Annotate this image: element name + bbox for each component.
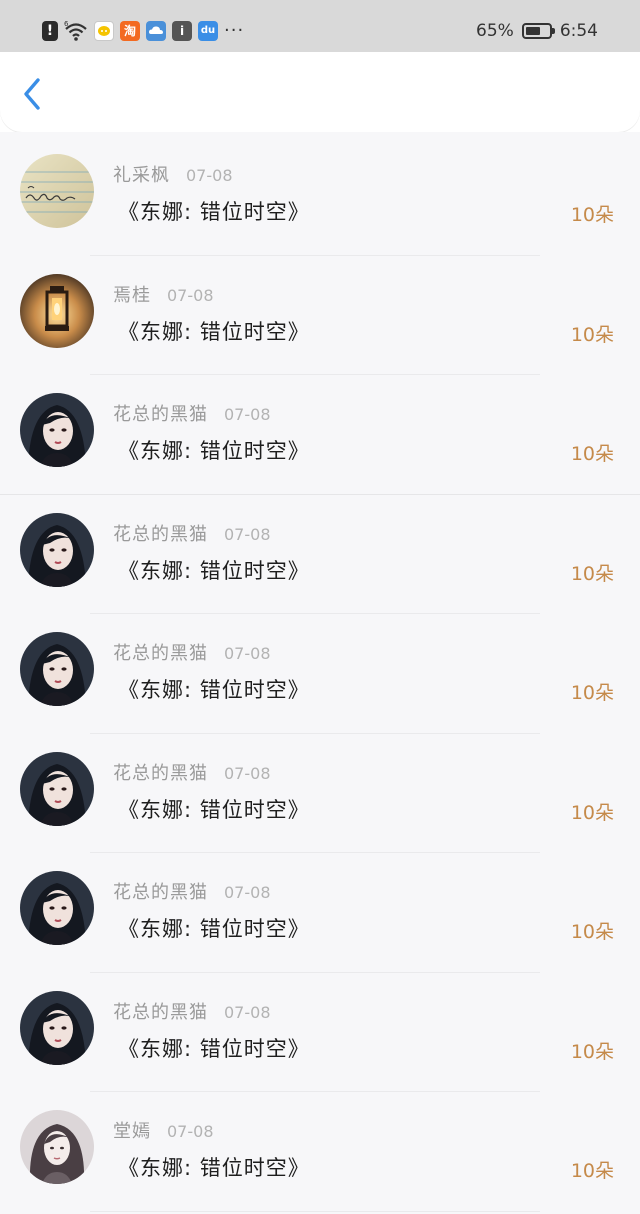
gift-count: 10朵 xyxy=(570,1160,614,1182)
book-title[interactable]: 《东娜: 错位时空》 xyxy=(118,196,310,226)
book-title[interactable]: 《东娜: 错位时空》 xyxy=(118,316,310,346)
item-date: 07-08 xyxy=(186,166,233,185)
list-item-9[interactable]: 堂嫣 07-08 《东娜: 错位时空》 10朵 xyxy=(0,1092,640,1212)
lantern-avatar xyxy=(20,273,94,348)
list-item-8[interactable]: 花总的黑猫 07-08 《东娜: 错位时空》 10朵 xyxy=(0,973,640,1093)
gift-count: 10朵 xyxy=(570,562,614,585)
item-date: 07-08 xyxy=(224,1002,271,1022)
dark-hair-girl-avatar xyxy=(20,990,94,1065)
book-title[interactable]: 《东娜: 错位时空》 xyxy=(118,913,310,943)
name-line: 花总的黑猫 07-08 xyxy=(113,998,271,1024)
avatar[interactable] xyxy=(20,990,94,1065)
list-item-4[interactable]: 花总的黑猫 07-08 《东娜: 错位时空》 10朵 xyxy=(0,495,640,615)
user-name[interactable]: 堂嫣 xyxy=(113,1117,151,1143)
item-date: 07-08 xyxy=(224,883,271,902)
du-app-icon: du xyxy=(198,21,218,41)
battery-percent: 65% xyxy=(476,21,514,41)
user-name[interactable]: 花总的黑猫 xyxy=(113,400,208,426)
status-bar-notifications: ! 6 淘 i du ··· xyxy=(42,18,244,44)
alert-icon: ! xyxy=(42,21,58,41)
dark-hair-girl-avatar xyxy=(20,871,94,945)
book-title[interactable]: 《东娜: 错位时空》 xyxy=(118,674,310,704)
gift-count: 10朵 xyxy=(570,323,614,346)
user-name[interactable]: 花总的黑猫 xyxy=(113,998,208,1024)
user-name[interactable]: 焉桂 xyxy=(113,281,151,307)
book-title[interactable]: 《东娜: 错位时空》 xyxy=(118,555,310,585)
name-line: 堂嫣 07-08 xyxy=(113,1117,214,1143)
list-item-5[interactable]: 花总的黑猫 07-08 《东娜: 错位时空》 10朵 xyxy=(0,614,640,734)
item-date: 07-08 xyxy=(167,285,214,305)
user-name[interactable]: 花总的黑猫 xyxy=(113,520,208,546)
gift-count: 10朵 xyxy=(570,682,614,704)
taobao-app-icon: 淘 xyxy=(120,21,140,41)
book-title[interactable]: 《东娜: 错位时空》 xyxy=(118,1033,310,1063)
item-date: 07-08 xyxy=(224,405,271,424)
book-title[interactable]: 《东娜: 错位时空》 xyxy=(118,794,310,824)
avatar[interactable] xyxy=(20,273,94,348)
avatar[interactable] xyxy=(20,1110,94,1184)
avatar[interactable] xyxy=(20,512,94,587)
avatar[interactable] xyxy=(20,154,94,228)
status-bar: ! 6 淘 i du ··· 65% 6:54 xyxy=(0,0,640,52)
name-line: 花总的黑猫 07-08 xyxy=(113,639,271,665)
avatar[interactable] xyxy=(20,393,94,467)
status-bar-system: 65% 6:54 xyxy=(476,19,598,43)
svg-text:6: 6 xyxy=(64,20,69,28)
gift-count: 10朵 xyxy=(570,443,614,465)
gift-count: 10朵 xyxy=(570,921,614,943)
back-button[interactable] xyxy=(18,76,50,112)
book-title[interactable]: 《东娜: 错位时空》 xyxy=(118,1152,310,1182)
handwritten-note-avatar xyxy=(20,154,94,228)
item-date: 07-08 xyxy=(224,763,271,783)
dark-hair-girl-avatar xyxy=(20,393,94,467)
user-name[interactable]: 花总的黑猫 xyxy=(113,639,208,665)
item-date: 07-08 xyxy=(167,1122,214,1141)
clock: 6:54 xyxy=(559,21,598,41)
dark-hair-girl-avatar xyxy=(20,632,94,706)
name-line: 礼采枫 07-08 xyxy=(113,161,233,187)
info-app-icon: i xyxy=(172,21,192,41)
chat-app-icon xyxy=(94,21,114,41)
book-title[interactable]: 《东娜: 错位时空》 xyxy=(118,435,310,465)
wifi-icon: 6 xyxy=(64,20,87,41)
battery-level-fill xyxy=(525,27,541,35)
name-line: 花总的黑猫 07-08 xyxy=(113,400,271,426)
dark-hair-girl-avatar xyxy=(20,751,94,826)
gift-count: 10朵 xyxy=(570,204,614,226)
more-notifications-icon: ··· xyxy=(224,20,245,41)
list-item-6[interactable]: 花总的黑猫 07-08 《东娜: 错位时空》 10朵 xyxy=(0,734,640,854)
chevron-left-icon xyxy=(24,78,40,110)
list-item-7[interactable]: 花总的黑猫 07-08 《东娜: 错位时空》 10朵 xyxy=(0,853,640,973)
cloud-app-icon xyxy=(146,21,166,41)
name-line: 花总的黑猫 07-08 xyxy=(113,759,271,785)
user-name[interactable]: 花总的黑猫 xyxy=(113,878,208,904)
item-date: 07-08 xyxy=(224,644,271,663)
screen: ! 6 淘 i du ··· 65% 6:54 礼采枫 07-08 《东娜: 错… xyxy=(0,0,640,1214)
gift-list: 礼采枫 07-08 《东娜: 错位时空》 10朵 焉桂 07-08 《东娜: 错… xyxy=(0,136,640,1212)
dark-hair-girl-avatar xyxy=(20,512,94,587)
gift-count: 10朵 xyxy=(570,801,614,824)
gift-count: 10朵 xyxy=(570,1040,614,1063)
battery-icon xyxy=(521,23,555,39)
list-item-1[interactable]: 礼采枫 07-08 《东娜: 错位时空》 10朵 xyxy=(0,136,640,256)
name-line: 花总的黑猫 07-08 xyxy=(113,878,271,904)
avatar[interactable] xyxy=(20,751,94,826)
name-line: 花总的黑猫 07-08 xyxy=(113,520,271,546)
nav-bar xyxy=(0,52,640,132)
list-item-3[interactable]: 花总的黑猫 07-08 《东娜: 错位时空》 10朵 xyxy=(0,375,640,495)
battery-cap xyxy=(551,28,555,34)
list-item-2[interactable]: 焉桂 07-08 《东娜: 错位时空》 10朵 xyxy=(0,256,640,376)
long-hair-girl-avatar xyxy=(20,1110,94,1184)
user-name[interactable]: 花总的黑猫 xyxy=(113,759,208,785)
avatar[interactable] xyxy=(20,632,94,706)
name-line: 焉桂 07-08 xyxy=(113,281,214,307)
item-date: 07-08 xyxy=(224,524,271,544)
avatar[interactable] xyxy=(20,871,94,945)
user-name[interactable]: 礼采枫 xyxy=(113,161,170,187)
